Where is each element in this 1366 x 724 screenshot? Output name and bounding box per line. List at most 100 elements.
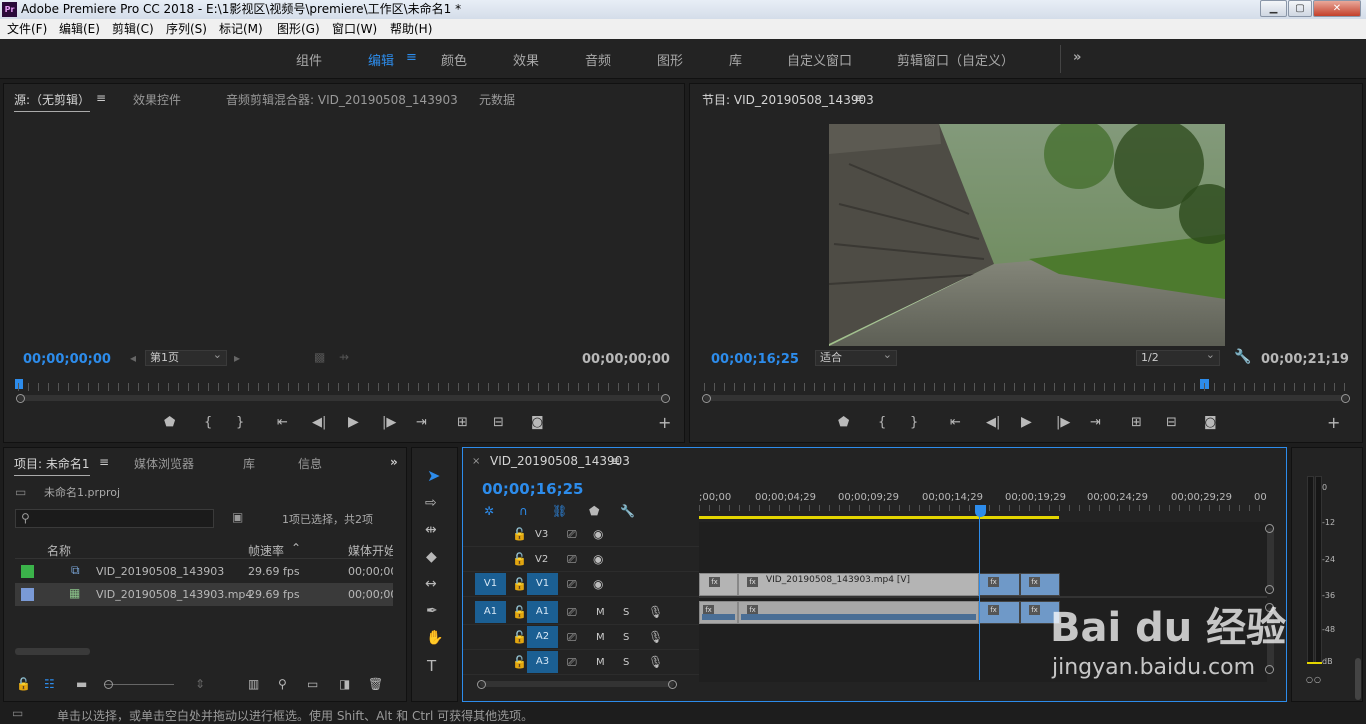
mute-button[interactable]: M [596, 657, 605, 668]
video-clip[interactable]: fx [699, 573, 738, 596]
track-label[interactable]: V3 [535, 529, 548, 540]
menu-file[interactable]: 文件(F) [7, 19, 47, 39]
settings-wrench-icon[interactable]: 🔧 [1234, 349, 1251, 365]
menu-graphics[interactable]: 图形(G) [277, 19, 320, 39]
tab-metadata[interactable]: 元数据 [479, 91, 515, 108]
page-dropdown[interactable]: 第1页 [145, 348, 227, 366]
voice-over-mic-icon[interactable]: 🎙 [648, 630, 663, 644]
tab-info[interactable]: 信息 [298, 455, 322, 472]
lift-icon[interactable]: ⊞ [1131, 415, 1142, 430]
video-clip-selected[interactable]: fx [1020, 573, 1060, 596]
timeline-marker-icon[interactable]: ⬟ [589, 504, 599, 518]
track-lock-icon[interactable]: 🔓 [512, 527, 527, 541]
sort-icons-icon[interactable]: ⇕ [195, 677, 205, 691]
toggle-track-output-icon[interactable]: ◉ [593, 577, 603, 591]
source-zoom-end-handle[interactable] [661, 394, 670, 403]
program-add-button-icon[interactable]: + [1327, 413, 1340, 432]
razor-tool-icon[interactable]: ◆ [426, 549, 437, 565]
tab-project[interactable]: 项目: 未命名1 [14, 455, 90, 476]
icon-view-icon[interactable]: ▬ [76, 677, 87, 691]
source-zoom-start-handle[interactable] [16, 394, 25, 403]
workspace-color[interactable]: 颜色 [441, 50, 467, 69]
track-target-v1[interactable]: V1 [527, 573, 558, 595]
sequence-tab[interactable]: VID_20190508_143903 [490, 454, 630, 468]
timeline-settings-icon[interactable]: 🔧 [620, 504, 635, 518]
insert-icon[interactable]: ⊞ [457, 415, 468, 430]
workspace-custom-edit[interactable]: 剪辑窗口（自定义） [897, 50, 1014, 69]
timeline-playhead-line[interactable] [979, 510, 980, 680]
extract-icon[interactable]: ⊟ [1166, 415, 1177, 430]
workspace-library[interactable]: 库 [729, 50, 742, 69]
track-target-a3[interactable]: A3 [527, 651, 558, 673]
workspace-audio[interactable]: 音频 [585, 50, 611, 69]
close-window-button[interactable]: ✕ [1313, 0, 1361, 17]
fit-dropdown[interactable]: 适合 [815, 348, 897, 366]
program-timecode-current[interactable]: 00;00;16;25 [711, 352, 799, 367]
video-clip-selected[interactable]: fx [979, 573, 1020, 596]
label-color-swatch[interactable] [21, 565, 34, 578]
track-target-a1[interactable]: A1 [527, 601, 558, 623]
sync-lock-icon[interactable]: ⎚ [567, 605, 577, 620]
sequence-menu-icon[interactable]: ≡ [610, 454, 620, 468]
go-to-in-icon[interactable]: ⇤ [277, 415, 288, 430]
timeline-timecode[interactable]: 00;00;16;25 [482, 480, 584, 498]
track-lock-icon[interactable]: 🔓 [512, 655, 527, 669]
track-select-tool-icon[interactable]: ⇨ [425, 495, 437, 511]
sync-lock-icon[interactable]: ⎚ [567, 552, 577, 567]
mark-out-icon[interactable]: } [236, 415, 244, 430]
table-row[interactable]: ▦ VID_20190508_143903.mp4 29.69 fps 00;0… [15, 583, 393, 606]
zoom-slider[interactable] [104, 684, 174, 685]
overwrite-icon[interactable]: ⊟ [493, 415, 504, 430]
workspace-graphics[interactable]: 图形 [657, 50, 683, 69]
voice-over-mic-icon[interactable]: 🎙 [648, 605, 663, 619]
sort-ascending-icon[interactable]: ⌃ [291, 541, 301, 555]
workspace-custom[interactable]: 自定义窗口 [787, 50, 852, 69]
zoom-slider-knob[interactable] [104, 680, 113, 689]
workspace-overflow-button[interactable]: » [1073, 50, 1081, 65]
video-scroll-top[interactable] [1265, 524, 1274, 533]
program-go-to-in-icon[interactable]: ⇤ [950, 415, 961, 430]
track-target-a2[interactable]: A2 [527, 626, 558, 648]
type-tool-icon[interactable]: T [427, 657, 436, 675]
track-label[interactable]: V2 [535, 554, 548, 565]
mute-button[interactable]: M [596, 607, 605, 618]
slip-tool-icon[interactable]: ↔ [425, 576, 437, 592]
timeline-horizontal-scrollbar[interactable] [480, 681, 674, 687]
track-lock-icon[interactable]: 🔓 [512, 552, 527, 566]
program-mark-in-icon[interactable]: { [878, 415, 886, 430]
workspace-effects[interactable]: 效果 [513, 50, 539, 69]
track-lock-icon[interactable]: 🔓 [512, 630, 527, 644]
program-time-ruler[interactable] [704, 383, 1348, 391]
solo-button[interactable]: S [623, 657, 629, 668]
timeline-scroll-end[interactable] [668, 680, 677, 689]
timeline-scroll-start[interactable] [477, 680, 486, 689]
project-horizontal-scrollbar[interactable] [15, 648, 90, 655]
minimize-button[interactable]: ▁ [1260, 0, 1287, 17]
program-zoom-end-handle[interactable] [1341, 394, 1350, 403]
voice-over-mic-icon[interactable]: 🎙 [648, 655, 663, 669]
workspace-menu-icon[interactable]: ≡ [406, 50, 417, 65]
program-zoom-start-handle[interactable] [702, 394, 711, 403]
snap-icon[interactable]: ∩ [519, 504, 528, 518]
project-menu-icon[interactable]: ≡ [99, 455, 109, 469]
menu-edit[interactable]: 编辑(E) [59, 19, 100, 39]
add-marker-icon[interactable]: ⬟ [164, 415, 175, 430]
mute-button[interactable]: M [596, 632, 605, 643]
tab-source[interactable]: 源:（无剪辑） [14, 91, 91, 112]
nest-toggle-icon[interactable]: ✲ [484, 504, 494, 518]
table-row[interactable]: ⧉ VID_20190508_143903 29.69 fps 00;00;00… [15, 560, 393, 583]
menu-marker[interactable]: 标记(M) [219, 19, 263, 39]
resolution-dropdown[interactable]: 1/2 [1136, 348, 1220, 366]
prev-page-icon[interactable]: ◂ [130, 351, 136, 365]
clear-icon[interactable]: 🗑 [368, 677, 383, 691]
audio-clip[interactable]: fx [699, 601, 738, 624]
program-menu-icon[interactable]: ≡ [854, 91, 864, 105]
source-time-ruler[interactable] [18, 383, 668, 391]
menu-help[interactable]: 帮助(H) [390, 19, 432, 39]
program-title[interactable]: 节目: VID_20190508_143903 [702, 91, 874, 108]
step-forward-icon[interactable]: |▶ [382, 415, 396, 430]
column-frame-rate[interactable]: 帧速率 [248, 542, 284, 559]
audio-clip-selected[interactable]: fx [979, 601, 1020, 624]
toggle-track-output-icon[interactable]: ◉ [593, 527, 603, 541]
column-media-start[interactable]: 媒体开始 [348, 542, 393, 559]
